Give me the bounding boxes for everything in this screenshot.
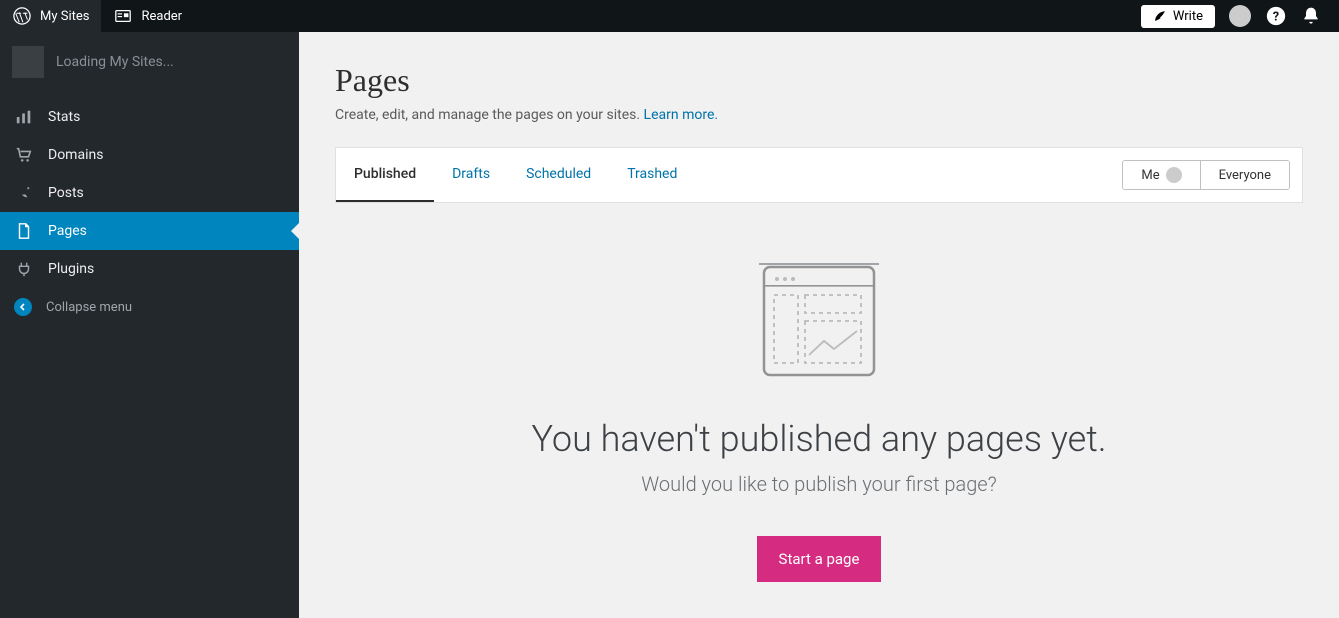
sidebar-item-label: Pages	[48, 223, 87, 239]
tab-scheduled[interactable]: Scheduled	[508, 148, 609, 202]
plug-icon	[14, 259, 34, 279]
author-filter: Me Everyone	[1122, 160, 1290, 190]
sidebar-item-stats[interactable]: Stats	[0, 98, 299, 136]
my-sites-label: My Sites	[40, 9, 89, 24]
empty-state: You haven't published any pages yet. Wou…	[335, 263, 1303, 582]
sidebar-item-domains[interactable]: Domains	[0, 136, 299, 174]
cart-icon	[14, 145, 34, 165]
wordpress-icon	[12, 6, 32, 26]
profile-avatar[interactable]	[1229, 5, 1251, 27]
sidebar-item-label: Domains	[48, 147, 103, 163]
sidebar: Loading My Sites... Stats Domains Posts …	[0, 32, 299, 618]
topbar-right: Write ?	[1141, 5, 1339, 28]
sidebar-menu: Stats Domains Posts Pages Plugins	[0, 98, 299, 288]
sidebar-item-pages[interactable]: Pages	[0, 212, 299, 250]
reader-icon	[113, 6, 133, 26]
my-sites-tab[interactable]: My Sites	[0, 0, 101, 32]
empty-subtitle: Would you like to publish your first pag…	[335, 472, 1303, 496]
sidebar-item-plugins[interactable]: Plugins	[0, 250, 299, 288]
filter-me-label: Me	[1141, 168, 1159, 183]
pin-icon	[14, 183, 34, 203]
page-description-text: Create, edit, and manage the pages on yo…	[335, 107, 644, 123]
reader-tab[interactable]: Reader	[101, 0, 194, 32]
main-content: Pages Create, edit, and manage the pages…	[299, 32, 1339, 618]
sidebar-item-label: Plugins	[48, 261, 94, 277]
page-icon	[14, 221, 34, 241]
feather-icon	[1153, 9, 1167, 23]
tab-drafts[interactable]: Drafts	[434, 148, 508, 202]
reader-label: Reader	[141, 9, 182, 24]
sidebar-item-posts[interactable]: Posts	[0, 174, 299, 212]
filter-everyone[interactable]: Everyone	[1200, 161, 1289, 189]
tab-published[interactable]: Published	[336, 148, 434, 202]
page-description: Create, edit, and manage the pages on yo…	[335, 107, 1303, 123]
collapse-label: Collapse menu	[46, 300, 132, 315]
sidebar-item-label: Posts	[48, 185, 84, 201]
svg-text:?: ?	[1273, 10, 1279, 25]
write-button[interactable]: Write	[1141, 5, 1215, 28]
help-icon[interactable]: ?	[1265, 5, 1287, 27]
site-thumbnail	[12, 46, 44, 78]
topbar-left: My Sites Reader	[0, 0, 194, 32]
stats-icon	[14, 107, 34, 127]
start-page-button[interactable]: Start a page	[757, 536, 882, 582]
status-tabs: Published Drafts Scheduled Trashed	[336, 148, 695, 202]
tab-trashed[interactable]: Trashed	[609, 148, 695, 202]
notifications-icon[interactable]	[1301, 6, 1321, 26]
site-switcher[interactable]: Loading My Sites...	[0, 32, 299, 92]
write-label: Write	[1173, 9, 1203, 24]
top-bar: My Sites Reader Write ?	[0, 0, 1339, 32]
filter-me[interactable]: Me	[1123, 161, 1199, 189]
learn-more-link[interactable]: Learn more.	[644, 107, 719, 123]
collapse-menu[interactable]: Collapse menu	[0, 288, 299, 326]
empty-illustration	[749, 263, 889, 378]
page-title: Pages	[335, 62, 1303, 99]
tabs-card: Published Drafts Scheduled Trashed Me Ev…	[335, 147, 1303, 203]
me-avatar-icon	[1166, 167, 1182, 183]
empty-title: You haven't published any pages yet.	[335, 418, 1303, 460]
collapse-icon	[14, 298, 32, 316]
site-loading-label: Loading My Sites...	[56, 54, 174, 70]
sidebar-item-label: Stats	[48, 109, 80, 125]
